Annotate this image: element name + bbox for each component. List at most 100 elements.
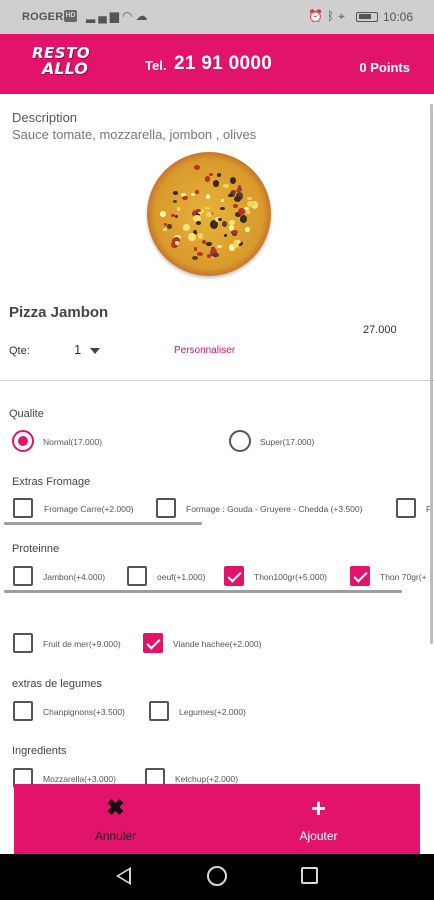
checkbox-thon100gr[interactable] bbox=[224, 566, 244, 586]
quantity-label: Qte: bbox=[9, 345, 30, 357]
location-icon: ⌖ bbox=[338, 9, 349, 23]
battery-icon bbox=[356, 12, 378, 22]
checkbox-fromage-carre[interactable] bbox=[13, 498, 33, 518]
points-counter[interactable]: 0 Points bbox=[359, 60, 410, 75]
checkbox-jambon[interactable] bbox=[13, 566, 33, 586]
pizza-topping bbox=[167, 224, 172, 230]
checkbox-label-jambon: Jambon(+4.000) bbox=[43, 572, 106, 582]
pizza-topping bbox=[195, 189, 199, 195]
checkbox-oeuf[interactable] bbox=[127, 566, 147, 586]
checkbox-chanpignons[interactable] bbox=[13, 701, 33, 721]
phone-number[interactable]: 21 91 0000 bbox=[174, 53, 272, 75]
radio-super[interactable] bbox=[229, 430, 251, 452]
pizza-topping bbox=[206, 241, 212, 247]
pizza-topping bbox=[217, 244, 223, 248]
pizza-topping bbox=[233, 195, 242, 202]
checkbox-viande-hachee[interactable] bbox=[143, 633, 163, 653]
checkbox-label-viande-hachee: Viande hachee(+2.000) bbox=[173, 639, 262, 649]
recent-apps-icon[interactable] bbox=[301, 867, 318, 884]
checkbox-legumes[interactable] bbox=[149, 701, 169, 721]
pizza-topping bbox=[230, 177, 237, 184]
quantity-value: 1 bbox=[74, 342, 82, 357]
hd-badge: HD bbox=[64, 10, 77, 22]
checkbox-label-fromage-carre: Fromage Carre(+2.000) bbox=[44, 504, 134, 514]
pizza-topping bbox=[204, 176, 211, 182]
product-price: 27.000 bbox=[363, 324, 397, 336]
pizza-topping bbox=[162, 228, 167, 232]
pizza-topping bbox=[193, 165, 200, 171]
add-label: Ajouter bbox=[299, 829, 338, 843]
product-name: Pizza Jambon bbox=[9, 304, 109, 321]
pizza-topping bbox=[212, 252, 219, 258]
cancel-button[interactable]: ✖ Annuler bbox=[14, 784, 217, 854]
pizza-topping bbox=[244, 226, 250, 232]
pizza-topping bbox=[244, 206, 249, 210]
proteinne-scrollbar[interactable] bbox=[4, 590, 402, 593]
pizza-topping bbox=[239, 217, 245, 223]
vertical-scrollbar[interactable] bbox=[430, 104, 433, 644]
checkbox-label-thon100gr: Thon100gr(+5.000) bbox=[254, 572, 328, 582]
pizza-topping bbox=[206, 211, 212, 218]
product-detail-scroll[interactable]: Description Sauce tomate, mozzarella, jo… bbox=[0, 94, 434, 854]
back-icon[interactable] bbox=[116, 867, 131, 885]
checkbox-thon70gr[interactable] bbox=[350, 566, 370, 586]
section-title-qualite: Qualite bbox=[9, 408, 44, 420]
pizza-topping bbox=[231, 230, 239, 235]
pizza-topping bbox=[221, 220, 227, 227]
pizza-topping bbox=[237, 186, 242, 192]
pizza-topping bbox=[193, 247, 197, 251]
pizza-topping bbox=[172, 191, 179, 195]
system-icons: ⏰ᛒ⌖ bbox=[308, 9, 349, 24]
cancel-label: Annuler bbox=[94, 829, 137, 843]
cloud-icon: ☁ bbox=[135, 9, 151, 23]
pizza-topping bbox=[173, 199, 177, 203]
signal-icon: ▂▄▆ bbox=[86, 9, 122, 23]
radio-normal[interactable] bbox=[12, 430, 34, 452]
checkbox-formage-gouda[interactable] bbox=[156, 498, 176, 518]
pizza-topping bbox=[220, 206, 225, 210]
phone-prefix: Tel. bbox=[145, 58, 167, 73]
navigation-bar bbox=[0, 854, 434, 900]
chevron-down-icon bbox=[90, 347, 101, 354]
checkbox-label-fruit-de-mer: Fruit de mer(+9.000) bbox=[43, 639, 121, 649]
checkbox-label-thon70gr: Thon 70gr(+ bbox=[380, 572, 427, 582]
divider bbox=[0, 380, 434, 381]
pizza-topping bbox=[206, 194, 211, 200]
action-bar: ✖ Annuler + Ajouter bbox=[14, 784, 420, 854]
pizza-topping bbox=[223, 234, 228, 238]
resto-allo-logo: RESTO ALLO bbox=[32, 46, 90, 82]
status-bar: ROGERS HD ▂▄▆◠☁ ⏰ᛒ⌖ 10:06 bbox=[0, 0, 434, 34]
checkbox-label-ketchup: Ketchup(+2.000) bbox=[175, 774, 239, 784]
home-icon[interactable] bbox=[207, 866, 227, 886]
pizza-topping bbox=[197, 233, 204, 239]
pizza-topping bbox=[229, 219, 235, 225]
alarm-icon: ⏰ bbox=[308, 9, 327, 23]
logo-line-2: ALLO bbox=[42, 59, 88, 78]
pizza-topping bbox=[232, 203, 238, 209]
checkbox-label-oeuf: oeuf(+1.000) bbox=[157, 572, 206, 582]
checkbox-fromage-extra[interactable] bbox=[396, 498, 416, 518]
section-title-extras-fromage: Extras Fromage bbox=[12, 476, 91, 488]
pizza-topping bbox=[196, 252, 204, 257]
customize-link[interactable]: Personnaliser bbox=[174, 345, 235, 356]
add-button[interactable]: + Ajouter bbox=[217, 784, 420, 854]
pizza-topping bbox=[190, 192, 196, 196]
pizza-topping bbox=[216, 172, 222, 177]
pizza-topping bbox=[246, 209, 250, 214]
section-title-ingredients: Ingredients bbox=[12, 745, 67, 757]
pizza-topping bbox=[176, 206, 181, 211]
checkbox-label-formage-gouda: Formage : Gouda - Gruyere - Chedda (+3.5… bbox=[186, 504, 363, 514]
pizza-topping bbox=[160, 211, 167, 217]
pizza-topping bbox=[209, 173, 213, 177]
checkbox-fruit-de-mer[interactable] bbox=[13, 633, 33, 653]
radio-label-super: Super(17.000) bbox=[260, 437, 315, 447]
pizza-topping bbox=[182, 224, 190, 231]
pizza-topping bbox=[175, 240, 180, 245]
pizza-topping bbox=[205, 206, 210, 210]
pizza-topping bbox=[206, 254, 211, 259]
radio-label-normal: Normal(17.000) bbox=[43, 437, 103, 447]
extras-fromage-scrollbar[interactable] bbox=[4, 522, 202, 525]
plus-icon: + bbox=[310, 793, 327, 823]
pizza-topping bbox=[247, 201, 255, 207]
quantity-dropdown[interactable]: 1 bbox=[74, 342, 101, 357]
